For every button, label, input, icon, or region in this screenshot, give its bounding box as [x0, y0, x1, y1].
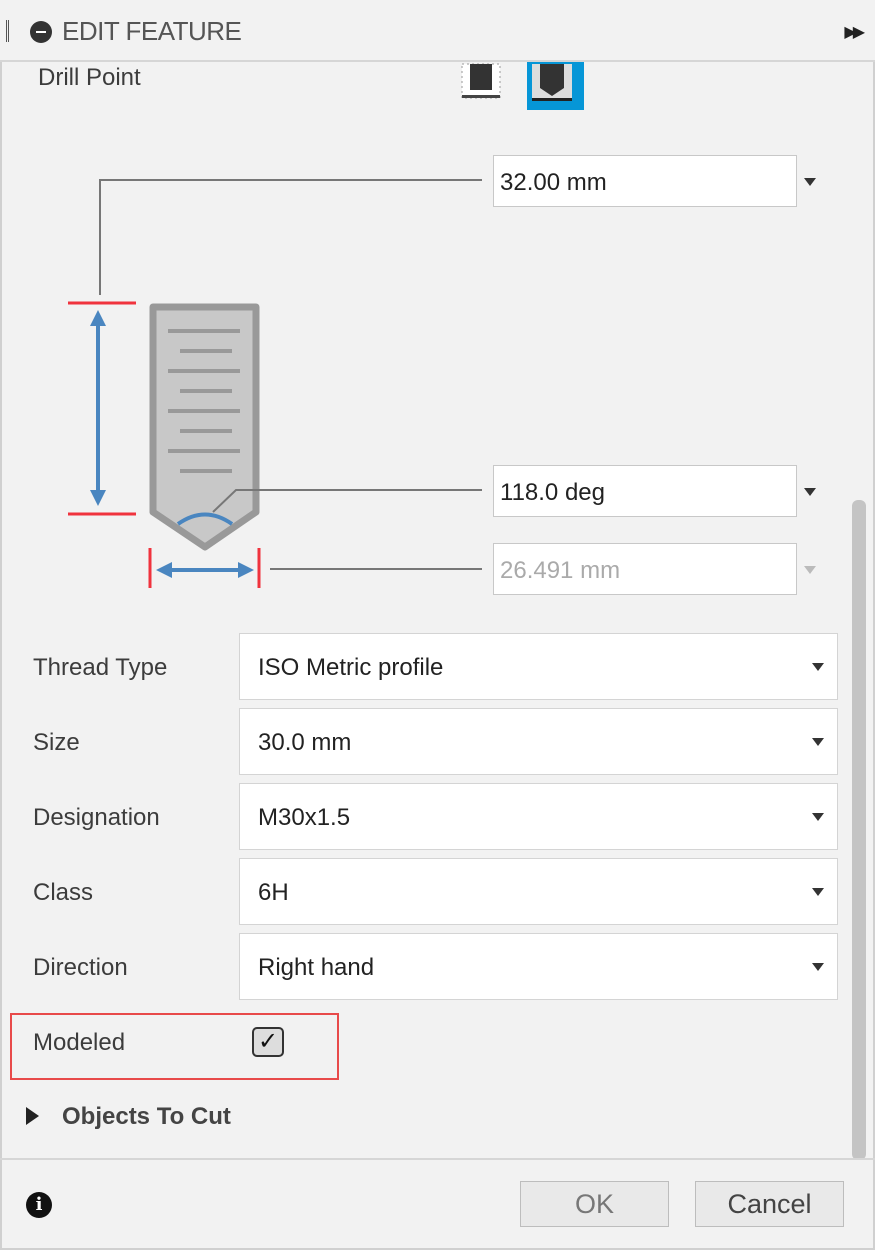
angle-dropdown-icon[interactable] [804, 488, 816, 496]
chevron-down-icon [812, 663, 824, 671]
depth-input[interactable]: 32.00 mm [493, 155, 797, 207]
chevron-down-icon [812, 813, 824, 821]
modeled-label: Modeled [33, 1029, 126, 1056]
scrollbar[interactable] [852, 500, 866, 1160]
class-label: Class [33, 879, 94, 906]
chevron-down-icon [812, 963, 824, 971]
cancel-button[interactable]: Cancel [695, 1181, 844, 1227]
thread-type-label: Thread Type [33, 654, 168, 681]
designation-label: Designation [33, 804, 160, 831]
designation-value: M30x1.5 [258, 804, 351, 831]
chevron-down-icon [812, 738, 824, 746]
ok-button[interactable]: OK [520, 1181, 669, 1227]
info-icon[interactable]: i [26, 1192, 52, 1218]
diameter-dropdown-icon [804, 566, 816, 574]
designation-select[interactable]: M30x1.5 [239, 783, 838, 850]
angle-input[interactable]: 118.0 deg [493, 465, 797, 517]
direction-label: Direction [33, 954, 128, 981]
depth-dropdown-icon[interactable] [804, 178, 816, 186]
direction-value: Right hand [258, 954, 375, 981]
depth-arrow-icon [90, 310, 106, 506]
diameter-arrow-icon [156, 562, 254, 578]
diameter-input: 26.491 mm [493, 543, 797, 595]
drill-diagram [68, 179, 482, 588]
drill-body [149, 303, 260, 551]
expand-triangle-icon[interactable] [26, 1107, 39, 1125]
size-select[interactable]: 30.0 mm [239, 708, 838, 775]
thread-type-value: ISO Metric profile [258, 654, 444, 681]
depth-leader-line [99, 179, 482, 295]
class-value: 6H [258, 879, 289, 906]
size-value: 30.0 mm [258, 729, 352, 756]
chevron-down-icon [812, 888, 824, 896]
class-select[interactable]: 6H [239, 858, 838, 925]
size-label: Size [33, 729, 80, 756]
direction-select[interactable]: Right hand [239, 933, 838, 1000]
thread-type-select[interactable]: ISO Metric profile [239, 633, 838, 700]
modeled-checkbox[interactable]: ✓ [252, 1027, 284, 1057]
objects-to-cut-toggle[interactable]: Objects To Cut [62, 1103, 231, 1131]
footer-divider [0, 1158, 875, 1160]
